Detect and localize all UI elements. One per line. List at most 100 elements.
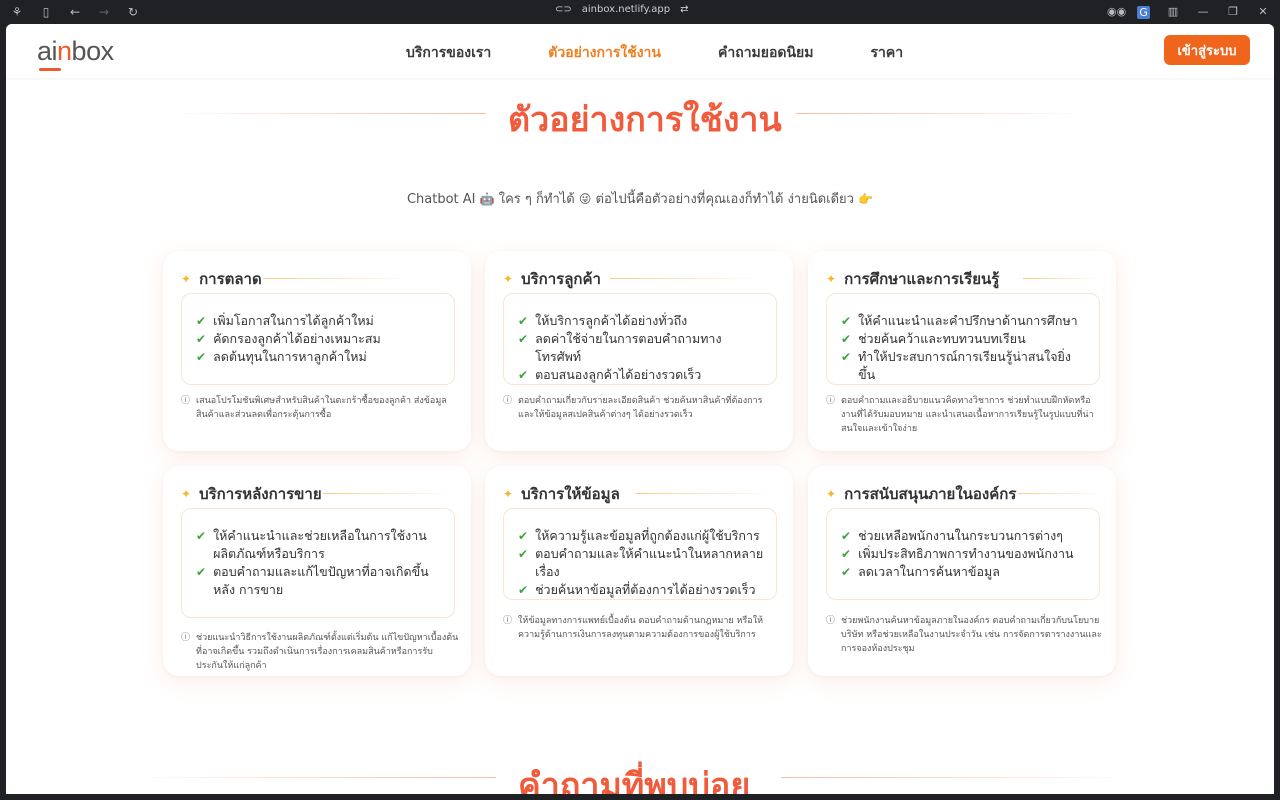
- card-note-text: ช่วยพนักงานค้นหาข้อมูลภายในองค์กร ตอบคำถ…: [841, 616, 1102, 654]
- tune-icon: ⇄: [680, 4, 689, 15]
- feature-text: ตอบสนองลูกค้าได้อย่างรวดเร็ว: [535, 367, 702, 382]
- feature-text: ให้บริการลูกค้าได้อย่างทั่วถึง: [535, 313, 688, 328]
- site-header: ainbox บริการของเรา ตัวอย่างการใช้งาน คำ…: [6, 24, 1274, 78]
- back-icon[interactable]: ←: [68, 5, 82, 19]
- login-button[interactable]: เข้าสู่ระบบ: [1164, 35, 1250, 65]
- check-icon: ✔: [518, 547, 529, 561]
- feature-item: ✔ ตอบคำถามและให้คำแนะนำในหลากหลายเรื่อง: [518, 545, 764, 581]
- feature-text: ช่วยค้นคว้าและทบทวนบทเรียน: [858, 331, 1026, 346]
- feature-item: ✔ ตอบสนองลูกค้าได้อย่างรวดเร็ว: [518, 366, 764, 384]
- nav-examples[interactable]: ตัวอย่างการใช้งาน: [548, 42, 661, 64]
- info-icon: ⓘ: [181, 396, 191, 406]
- sidebar-toggle-icon[interactable]: ▯: [39, 5, 53, 19]
- card-note: ⓘ เสนอโปรโมชันพิเศษสำหรับสินค้าในตะกร้าซ…: [181, 394, 459, 422]
- card-note-text: เสนอโปรโมชันพิเศษสำหรับสินค้าในตะกร้าซื้…: [196, 396, 447, 420]
- nav-pricing[interactable]: ราคา: [870, 42, 903, 64]
- card-header: ✦ การสนับสนุนภายในองค์กร: [826, 482, 1016, 506]
- browser-toolbar: ⚘ ▯ ← → ↻ ⊂⊃ ainbox.netlify.app ⇄ ◉◉ G ▥…: [0, 0, 1280, 24]
- workspaces-icon[interactable]: ⚘: [10, 5, 24, 19]
- sparkle-icon: ✦: [181, 487, 192, 501]
- feature-item: ✔ ลดต้นทุนในการหาลูกค้าใหม่: [196, 348, 442, 366]
- sparkle-icon: ✦: [826, 272, 837, 286]
- check-icon: ✔: [518, 314, 529, 328]
- example-card-after-sales: ✦ บริการหลังการขาย ✔ ให้คำแนะนำและช่วยเหล…: [163, 466, 471, 676]
- card-title: การตลาด: [199, 270, 262, 288]
- check-icon: ✔: [841, 547, 852, 561]
- feature-item: ✔ ตอบคำถามและแก้ไขปัญหาที่อาจเกิดขึ้นหลัง…: [196, 563, 442, 599]
- check-icon: ✔: [518, 332, 529, 346]
- title-divider-right: [796, 113, 1096, 114]
- subtitle-part-2: ใคร ๆ ก็ทำได้: [498, 192, 575, 207]
- feature-text: ให้คำแนะนำและคำปรึกษาด้านการศึกษา: [858, 313, 1078, 328]
- card-header: ✦ การตลาด: [181, 267, 262, 291]
- feature-item: ✔ ช่วยค้นคว้าและทบทวนบทเรียน: [841, 330, 1087, 348]
- feature-item: ✔ ลดเวลาในการค้นหาข้อมูล: [841, 563, 1087, 581]
- check-icon: ✔: [196, 314, 207, 328]
- feature-list: ✔ เพิ่มโอกาสในการได้ลูกค้าใหม่ ✔ คัดกรองลู…: [181, 293, 455, 385]
- info-icon: ⓘ: [181, 633, 191, 643]
- feature-text: ช่วยค้นหาข้อมูลที่ต้องการได้อย่างรวดเร็ว: [535, 582, 756, 597]
- restore-icon[interactable]: ❐: [1226, 5, 1240, 19]
- feature-item: ✔ ให้คำแนะนำและคำปรึกษาด้านการศึกษา: [841, 312, 1087, 330]
- card-title-line: [323, 493, 453, 494]
- card-note-text: ตอบคำถามและอธิบายแนวคิดทางวิชาการ ช่วยทำ…: [841, 396, 1094, 434]
- address-bar[interactable]: ⊂⊃ ainbox.netlify.app ⇄: [555, 4, 688, 15]
- card-header: ✦ การศึกษาและการเรียนรู้: [826, 267, 999, 291]
- web-page: ainbox บริการของเรา ตัวอย่างการใช้งาน คำ…: [6, 24, 1274, 794]
- feature-list: ✔ ช่วยเหลือพนักงานในกระบวนการต่างๆ ✔ เพิ่ม…: [826, 508, 1100, 600]
- nav-faq[interactable]: คำถามยอดนิยม: [718, 42, 814, 64]
- card-note: ⓘ ให้ข้อมูลทางการแพทย์เบื้องต้น ตอบคำถาม…: [503, 614, 781, 642]
- main-nav: บริการของเรา ตัวอย่างการใช้งาน คำถามยอดน…: [406, 42, 960, 64]
- feature-text: คัดกรองลูกค้าได้อย่างเหมาะสม: [213, 331, 381, 346]
- translate-extension-icon[interactable]: G: [1137, 5, 1150, 19]
- ainbox-logo[interactable]: ainbox: [37, 36, 114, 67]
- card-title: การศึกษาและการเรียนรู้: [844, 270, 1000, 288]
- incognito-icon[interactable]: ◉◉: [1107, 5, 1126, 19]
- subtitle-part-1: Chatbot AI: [406, 192, 476, 207]
- feature-list: ✔ ให้ความรู้และข้อมูลที่ถูกต้องแก่ผู้ใช้บ…: [503, 508, 777, 600]
- title-divider-left: [161, 113, 486, 114]
- card-header: ✦ บริการลูกค้า: [503, 267, 601, 291]
- address-text[interactable]: ainbox.netlify.app: [582, 4, 670, 15]
- card-note: ⓘ ช่วยแนะนำวิธีการใช้งานผลิตภัณฑ์ตั้งแต่…: [181, 631, 459, 673]
- minimize-icon[interactable]: —: [1196, 5, 1210, 19]
- card-note-text: ให้ข้อมูลทางการแพทย์เบื้องต้น ตอบคำถามด้…: [518, 616, 764, 640]
- feature-item: ✔ เพิ่มโอกาสในการได้ลูกค้าใหม่: [196, 312, 442, 330]
- info-icon: ⓘ: [503, 616, 513, 626]
- example-card-customer-service: ✦ บริการลูกค้า ✔ ให้บริการลูกค้าได้อย่างท…: [485, 251, 793, 451]
- check-icon: ✔: [518, 583, 529, 597]
- split-view-icon[interactable]: ▥: [1166, 5, 1180, 19]
- check-icon: ✔: [841, 314, 852, 328]
- sparkle-icon: ✦: [503, 272, 514, 286]
- robot-emoji-icon: 🤖: [479, 192, 495, 206]
- example-card-information: ✦ บริการให้ข้อมูล ✔ ให้ความรู้และข้อมูลที…: [485, 466, 793, 676]
- card-title: บริการหลังการขาย: [199, 485, 322, 503]
- info-icon: ⓘ: [826, 396, 836, 406]
- feature-text: ให้ความรู้และข้อมูลที่ถูกต้องแก่ผู้ใช้บร…: [535, 528, 760, 543]
- check-icon: ✔: [841, 529, 852, 543]
- feature-item: ✔ ช่วยเหลือพนักงานในกระบวนการต่างๆ: [841, 527, 1087, 545]
- card-title-line: [1018, 493, 1103, 494]
- subtitle-part-3: ต่อไปนี้คือตัวอย่างที่คุณเองก็ทำได้ ง่าย…: [595, 192, 854, 207]
- pointing-hand-emoji-icon: 👉: [858, 192, 874, 206]
- example-card-internal-support: ✦ การสนับสนุนภายในองค์กร ✔ ช่วยเหลือพนักง…: [808, 466, 1116, 676]
- logo-smile-mark: [39, 68, 61, 71]
- check-icon: ✔: [518, 529, 529, 543]
- nav-services[interactable]: บริการของเรา: [406, 42, 491, 64]
- section-title-faq: คำถามที่พบบ่อย: [518, 766, 751, 794]
- card-title: บริการให้ข้อมูล: [521, 485, 620, 503]
- card-note-text: ช่วยแนะนำวิธีการใช้งานผลิตภัณฑ์ตั้งแต่เร…: [196, 633, 459, 671]
- card-note: ⓘ ตอบคำถามและอธิบายแนวคิดทางวิชาการ ช่วย…: [826, 394, 1104, 436]
- close-icon[interactable]: ✕: [1256, 5, 1270, 19]
- example-card-education: ✦ การศึกษาและการเรียนรู้ ✔ ให้คำแนะนำและค…: [808, 251, 1116, 451]
- reload-icon[interactable]: ↻: [126, 5, 140, 19]
- card-title: การสนับสนุนภายในองค์กร: [844, 485, 1017, 503]
- check-icon: ✔: [196, 565, 207, 579]
- forward-icon[interactable]: →: [97, 5, 111, 19]
- feature-text: ลดต้นทุนในการหาลูกค้าใหม่: [213, 349, 367, 364]
- feature-text: ช่วยเหลือพนักงานในกระบวนการต่างๆ: [858, 528, 1063, 543]
- section-title-examples: ตัวอย่างการใช้งาน: [508, 100, 782, 140]
- feature-list: ✔ ให้บริการลูกค้าได้อย่างทั่วถึง ✔ ลดค่าใช…: [503, 293, 777, 385]
- check-icon: ✔: [196, 529, 207, 543]
- check-icon: ✔: [841, 350, 852, 364]
